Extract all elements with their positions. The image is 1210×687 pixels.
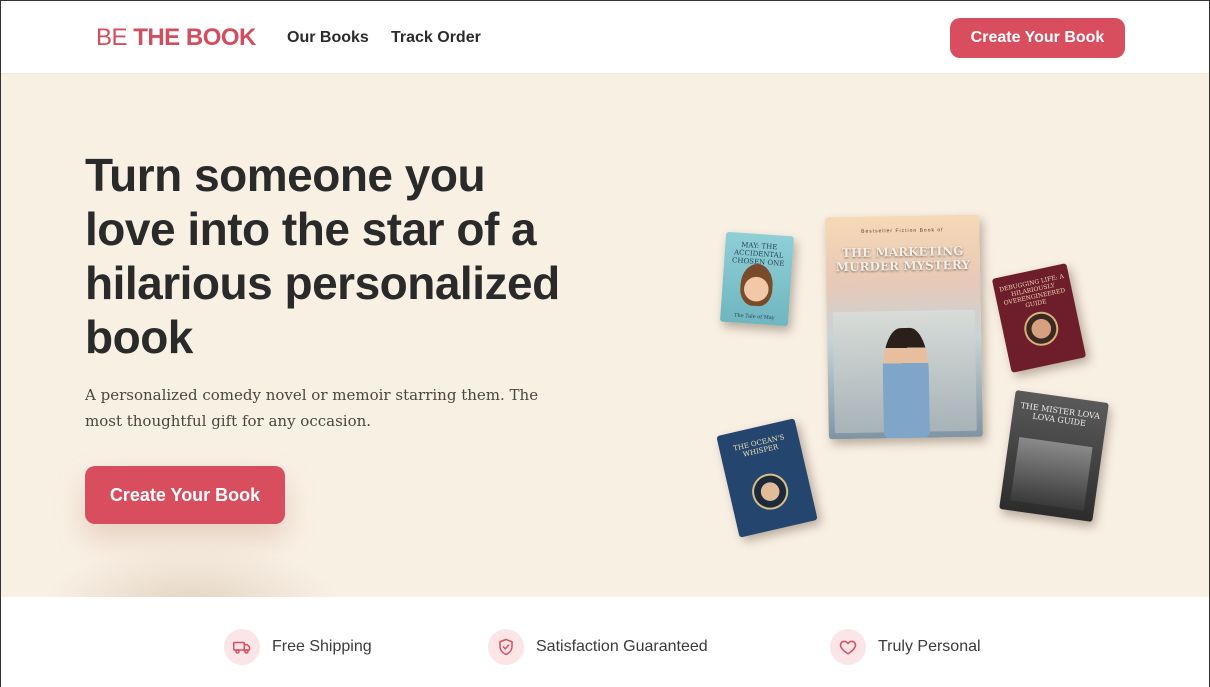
logo[interactable]: BE THE BOOK [96, 24, 256, 52]
book-cover-mister-lova-lova: The Mister Lova Lova Guide [999, 390, 1109, 522]
feature-satisfaction-guaranteed: Satisfaction Guaranteed [488, 629, 708, 665]
features-bar: Free Shipping Satisfaction Guaranteed Tr… [1, 597, 1209, 687]
feature-label: Free Shipping [272, 638, 372, 655]
feature-label: Satisfaction Guaranteed [536, 638, 708, 655]
header-create-book-button[interactable]: Create Your Book [950, 18, 1125, 58]
character-illustration [882, 327, 930, 439]
cta-shadow-glow [41, 544, 341, 597]
truck-icon [224, 629, 260, 665]
feature-free-shipping: Free Shipping [224, 629, 372, 665]
book-title: The Ocean's Whisper [732, 433, 786, 459]
photo-illustration [1010, 436, 1093, 511]
hero-title: Turn someone you love into the star of a… [85, 149, 560, 363]
book-title: Debugging Life: A Hilariously Overengine… [998, 273, 1066, 310]
hero-section: Turn someone you love into the star of a… [1, 74, 1209, 597]
feature-truly-personal: Truly Personal [830, 629, 981, 665]
book-cover-marketing-murder-mystery: Bestseller Fiction Book of The Marketing… [825, 214, 983, 440]
book-footer: The Tale of May [733, 312, 775, 322]
shield-check-icon [488, 629, 524, 665]
portrait-illustration [748, 470, 792, 514]
book-tagline: Bestseller Fiction Book of [861, 227, 944, 235]
logo-text-light: BE [96, 24, 128, 51]
hero-subtitle: A personalized comedy novel or memoir st… [85, 386, 539, 430]
book-title: The Mister Lova Lova Guide [1020, 400, 1101, 429]
heart-icon [830, 629, 866, 665]
logo-text-bold: THE BOOK [133, 24, 256, 51]
hero-create-book-button[interactable]: Create Your Book [85, 466, 285, 524]
book-cover-may: May: The Accidental Chosen One The Tale … [719, 231, 795, 327]
book-cover-oceans-whisper: The Ocean's Whisper [716, 418, 818, 538]
book-cover-debugging-life: Debugging Life: A Hilariously Overengine… [991, 263, 1087, 373]
site-header: BE THE BOOK Our Books Track Order Create… [1, 1, 1209, 74]
book-title: The Marketing Murder Mystery [835, 243, 971, 274]
portrait-illustration [739, 262, 775, 308]
feature-label: Truly Personal [878, 638, 981, 655]
portrait-illustration [1021, 308, 1062, 349]
nav-our-books[interactable]: Our Books [287, 29, 369, 47]
nav-track-order[interactable]: Track Order [391, 29, 481, 47]
